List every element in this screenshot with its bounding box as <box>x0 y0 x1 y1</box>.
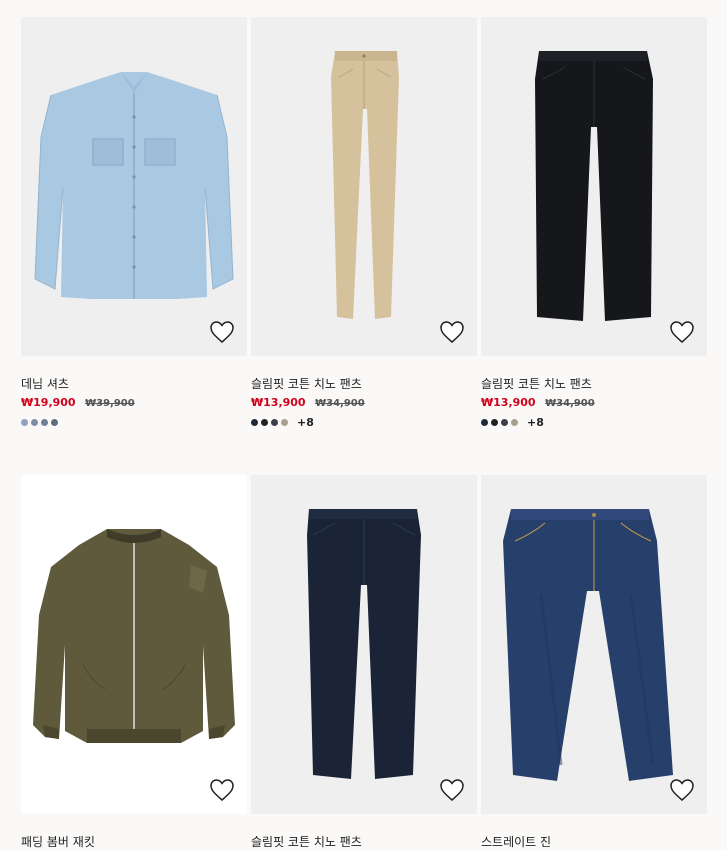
product-image-bomber-jacket[interactable] <box>21 475 247 814</box>
favorite-button[interactable] <box>669 320 695 344</box>
product-name[interactable]: 스트레이트 진 <box>481 834 707 850</box>
product-image-straight-jeans[interactable] <box>481 475 707 814</box>
favorite-button[interactable] <box>669 778 695 802</box>
product-card-denim-shirt[interactable]: 데님 셔츠 ₩19,900 ₩39,900 <box>21 17 247 428</box>
heart-outline-icon <box>210 779 234 801</box>
product-card-beige-chino[interactable]: 슬림핏 코튼 치노 팬츠 ₩13,900 ₩34,900 +8 <box>251 17 477 429</box>
favorite-button[interactable] <box>209 320 235 344</box>
heart-outline-icon <box>440 321 464 343</box>
sale-price: ₩19,900 <box>21 396 76 409</box>
color-swatch[interactable] <box>51 418 58 426</box>
color-swatch[interactable] <box>281 418 288 426</box>
original-price: ₩39,900 <box>85 398 135 409</box>
original-price: ₩34,900 <box>545 398 595 409</box>
denim-shirt-illustration <box>34 72 234 299</box>
favorite-button[interactable] <box>439 320 465 344</box>
color-swatch[interactable] <box>491 418 498 426</box>
navy-chino-illustration <box>307 509 421 779</box>
product-name[interactable]: 슬림핏 코튼 치노 팬츠 <box>251 834 477 850</box>
product-grid: 데님 셔츠 ₩19,900 ₩39,900 슬림핏 코튼 치노 팬츠 ₩13,9… <box>0 0 727 849</box>
product-name[interactable]: 패딩 봄버 재킷 <box>21 834 247 850</box>
product-card-black-chino[interactable]: 슬림핏 코튼 치노 팬츠 ₩13,900 ₩34,900 +8 <box>481 17 707 429</box>
more-colors-count[interactable]: +8 <box>297 416 314 429</box>
black-chino-illustration <box>535 51 653 321</box>
heart-outline-icon <box>670 321 694 343</box>
bomber-jacket-illustration <box>33 529 235 743</box>
product-prices: ₩13,900 ₩34,900 <box>251 396 477 411</box>
favorite-button[interactable] <box>439 778 465 802</box>
product-card-straight-jeans[interactable]: 스트레이트 진 <box>481 475 707 850</box>
color-swatch[interactable] <box>261 418 268 426</box>
original-price: ₩34,900 <box>315 398 365 409</box>
color-swatch[interactable] <box>501 418 508 426</box>
product-card-bomber-jacket[interactable]: 패딩 봄버 재킷 <box>21 475 247 850</box>
product-card-navy-chino[interactable]: 슬림핏 코튼 치노 팬츠 <box>251 475 477 850</box>
product-image-navy-chino[interactable] <box>251 475 477 814</box>
heart-outline-icon <box>440 779 464 801</box>
product-image-beige-chino[interactable] <box>251 17 477 356</box>
product-image-black-chino[interactable] <box>481 17 707 356</box>
heart-outline-icon <box>210 321 234 343</box>
product-name[interactable]: 데님 셔츠 <box>21 376 247 392</box>
color-swatches <box>21 416 247 428</box>
product-name[interactable]: 슬림핏 코튼 치노 팬츠 <box>251 376 477 392</box>
more-colors-count[interactable]: +8 <box>527 416 544 429</box>
color-swatches: +8 <box>251 416 477 429</box>
color-swatch[interactable] <box>21 418 28 426</box>
color-swatch[interactable] <box>511 418 518 426</box>
favorite-button[interactable] <box>209 778 235 802</box>
color-swatches: +8 <box>481 416 707 429</box>
product-prices: ₩19,900 ₩39,900 <box>21 396 247 411</box>
sale-price: ₩13,900 <box>481 396 536 409</box>
beige-chino-illustration <box>331 51 399 319</box>
heart-outline-icon <box>670 779 694 801</box>
product-image-denim-shirt[interactable] <box>21 17 247 356</box>
color-swatch[interactable] <box>31 418 38 426</box>
color-swatch[interactable] <box>481 418 488 426</box>
color-swatch[interactable] <box>251 418 258 426</box>
product-name[interactable]: 슬림핏 코튼 치노 팬츠 <box>481 376 707 392</box>
sale-price: ₩13,900 <box>251 396 306 409</box>
straight-jeans-illustration <box>503 509 673 781</box>
product-prices: ₩13,900 ₩34,900 <box>481 396 707 411</box>
color-swatch[interactable] <box>41 418 48 426</box>
color-swatch[interactable] <box>271 418 278 426</box>
